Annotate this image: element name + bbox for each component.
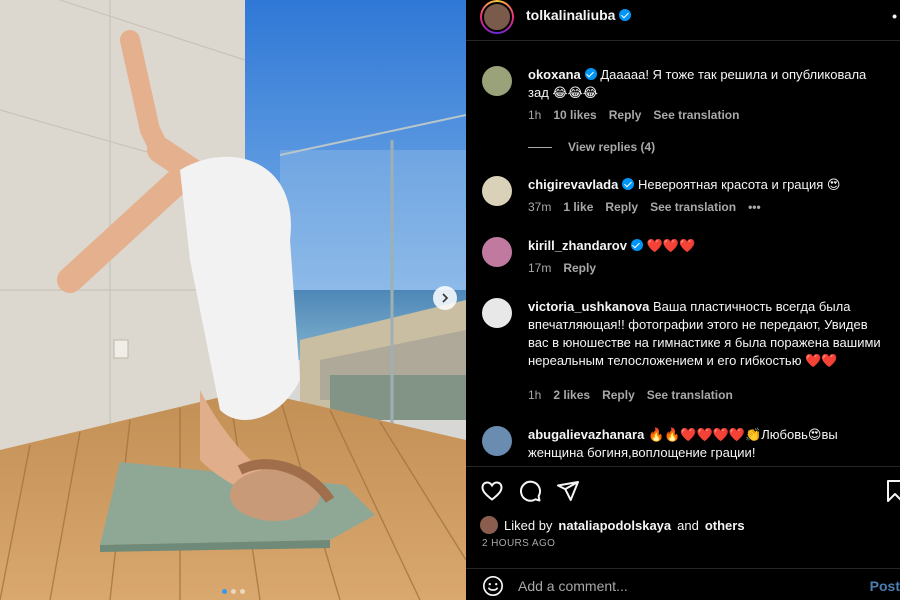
comment-meta: 1h 10 likes Reply See translation — [528, 108, 739, 122]
comment-likes[interactable]: 1 like — [563, 200, 593, 214]
post-actions — [480, 479, 900, 503]
post-photo[interactable] — [0, 0, 466, 600]
commenter-avatar[interactable] — [482, 426, 512, 456]
comment-meta: 17m Reply — [528, 261, 596, 275]
comment-icon[interactable] — [518, 479, 542, 503]
liked-by-row: Liked by nataliapodolskaya and others — [480, 516, 745, 534]
comment-body: okoxana Дааааа! Я тоже так решила и опуб… — [528, 66, 890, 102]
liker-username[interactable]: nataliapodolskaya — [558, 518, 671, 533]
author-avatar[interactable] — [480, 0, 514, 34]
commenter-username[interactable]: victoria_ushkanova — [528, 299, 649, 314]
reply-button[interactable]: Reply — [563, 261, 596, 275]
comment-body: victoria_ushkanova Ваша пластичность все… — [528, 298, 890, 370]
comment-likes[interactable]: 2 likes — [553, 388, 590, 402]
post-comment-button[interactable]: Post — [870, 578, 900, 594]
comment-meta: 1h 2 likes Reply See translation — [528, 388, 733, 402]
post-timestamp[interactable]: 2 HOURS AGO — [482, 538, 555, 549]
view-replies-button[interactable]: View replies (4) — [528, 140, 655, 154]
more-options-icon[interactable]: • — [892, 8, 898, 24]
see-translation-button[interactable]: See translation — [647, 388, 733, 402]
verified-badge-icon — [619, 9, 632, 21]
carousel-dot — [239, 589, 245, 594]
post-header: tolkalinaliuba • — [466, 0, 900, 34]
comment-body: abugalievazhanara 🔥🔥❤️❤️❤️❤️👏Любовь😍вы ж… — [528, 426, 890, 462]
reply-button[interactable]: Reply — [602, 388, 635, 402]
see-translation-button[interactable]: See translation — [653, 108, 739, 122]
comment-text: Невероятная красота и грация 😍 — [637, 177, 841, 192]
header-divider — [466, 40, 900, 41]
actions-divider — [466, 466, 900, 467]
carousel-dot — [230, 589, 236, 594]
comment-more-icon[interactable]: ••• — [748, 200, 761, 214]
liker-avatar[interactable] — [480, 516, 498, 534]
post-side-panel: tolkalinaliuba • okoxana Дааааа! Я тоже … — [466, 0, 900, 600]
liked-by-prefix: Liked by — [504, 517, 553, 533]
yoga-photo — [0, 0, 466, 600]
add-comment-row: Post — [466, 568, 900, 600]
commenter-avatar[interactable] — [482, 298, 512, 328]
commenter-username[interactable]: okoxana — [528, 67, 581, 82]
comment-meta: 37m 1 like Reply See translation ••• — [528, 200, 761, 214]
likes-others-link[interactable]: others — [705, 518, 745, 533]
reply-button[interactable]: Reply — [609, 108, 642, 122]
commenter-username[interactable]: abugalievazhanara — [528, 427, 644, 442]
share-icon[interactable] — [556, 479, 580, 503]
emoji-icon[interactable] — [482, 575, 504, 597]
reply-button[interactable]: Reply — [605, 200, 638, 214]
carousel-dots — [0, 589, 466, 594]
comment-time[interactable]: 17m — [528, 261, 551, 275]
verified-badge-icon — [584, 68, 597, 80]
commenter-username[interactable]: kirill_zhandarov — [528, 238, 627, 253]
chevron-right-icon — [442, 293, 449, 303]
comment-time[interactable]: 1h — [528, 108, 541, 122]
replies-line — [528, 146, 552, 148]
comment-text: ❤️❤️❤️ — [646, 238, 696, 253]
view-replies-label[interactable]: View replies (4) — [568, 140, 655, 154]
comment-body: kirill_zhandarov ❤️❤️❤️ — [528, 237, 890, 255]
add-comment-input[interactable] — [518, 575, 818, 597]
commenter-avatar[interactable] — [482, 66, 512, 96]
see-translation-button[interactable]: See translation — [650, 200, 736, 214]
verified-badge-icon — [630, 239, 643, 251]
verified-badge-icon — [622, 178, 635, 190]
commenter-avatar[interactable] — [482, 237, 512, 267]
bookmark-icon[interactable] — [884, 479, 900, 503]
commenter-username[interactable]: chigirevavlada — [528, 177, 618, 192]
author-username-row[interactable]: tolkalinaliuba — [526, 7, 632, 23]
comment-likes[interactable]: 10 likes — [553, 108, 596, 122]
next-photo-button[interactable] — [433, 286, 457, 310]
comment-time[interactable]: 1h — [528, 388, 541, 402]
comment-body: chigirevavlada Невероятная красота и гра… — [528, 176, 890, 194]
heart-icon[interactable] — [480, 479, 504, 503]
comment-time[interactable]: 37m — [528, 200, 551, 214]
liked-by-and: and — [677, 517, 699, 533]
commenter-avatar[interactable] — [482, 176, 512, 206]
author-username[interactable]: tolkalinaliuba — [526, 7, 615, 23]
carousel-dot — [221, 589, 227, 594]
